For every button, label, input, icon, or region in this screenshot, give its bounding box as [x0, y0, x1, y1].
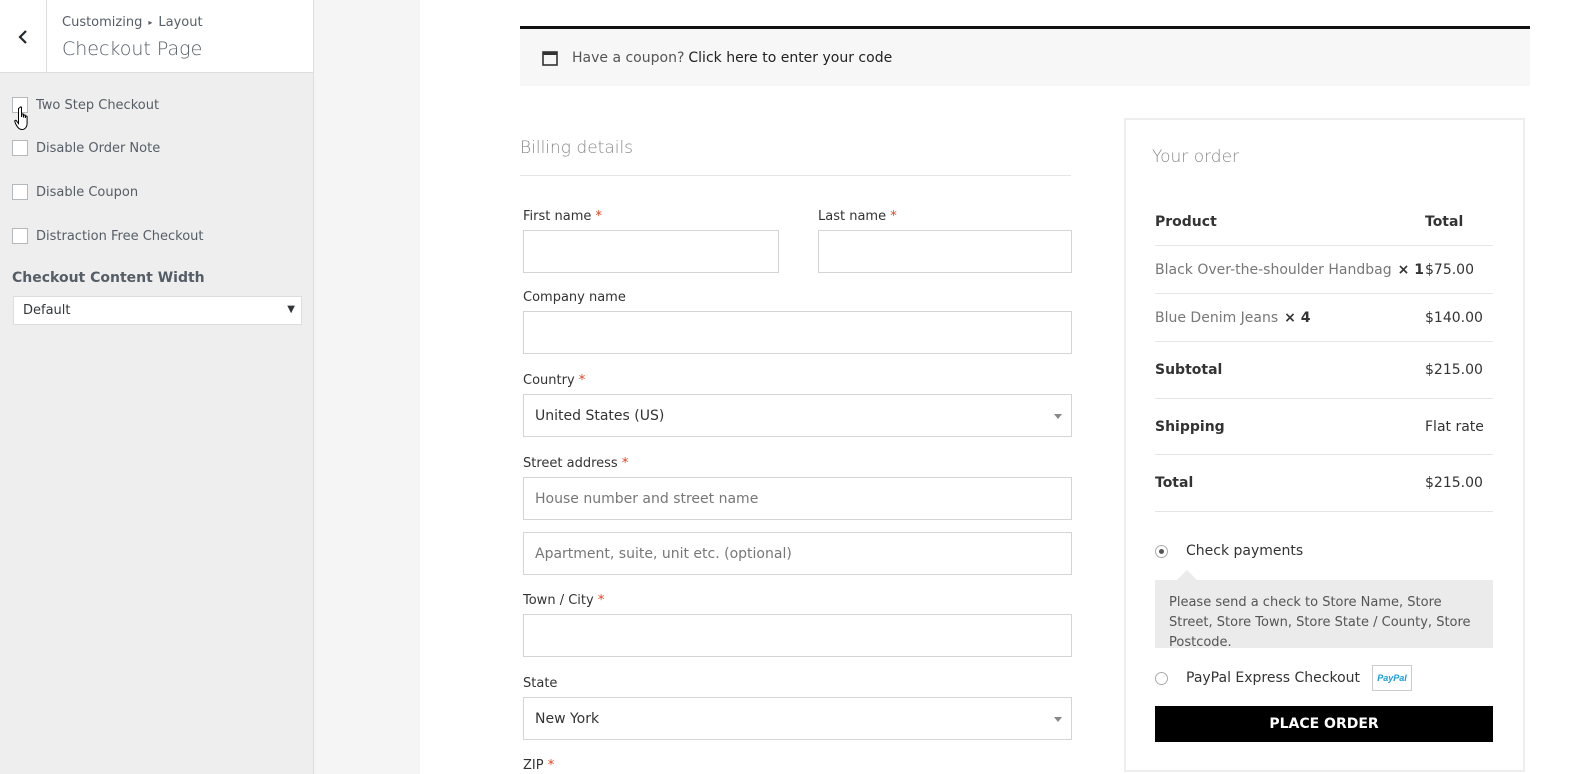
- panel-header: Customizing ▸ Layout Checkout Page: [0, 0, 313, 73]
- required-mark: *: [890, 209, 897, 224]
- label-text: Street address: [523, 456, 618, 471]
- country-select[interactable]: United States (US): [523, 394, 1072, 437]
- payment-label: PayPal Express Checkout: [1186, 670, 1361, 686]
- breadcrumb-item: Layout: [158, 15, 203, 30]
- city-input[interactable]: [523, 614, 1072, 657]
- breadcrumb: Customizing ▸ Layout: [62, 15, 203, 30]
- caret-down-icon: [1054, 717, 1062, 722]
- col-product: Product: [1155, 214, 1217, 230]
- billing-title: Billing details: [520, 138, 634, 158]
- order-table-header: Product Total: [1155, 199, 1493, 246]
- required-mark: *: [578, 373, 586, 388]
- breadcrumb-separator-icon: ▸: [148, 18, 153, 27]
- coupon-link[interactable]: Click here to enter your code: [688, 50, 892, 66]
- subtotal-row: Subtotal $215.00: [1155, 342, 1493, 399]
- item-total: $140.00: [1425, 309, 1483, 326]
- total-value: $215.00: [1425, 475, 1483, 491]
- select-value: Default: [23, 303, 71, 318]
- place-order-button[interactable]: PLACE ORDER: [1155, 706, 1493, 742]
- select-value: United States (US): [535, 407, 665, 424]
- paypal-logo: PayPal: [1372, 665, 1413, 691]
- payment-label: Check payments: [1186, 543, 1304, 559]
- content-width-select[interactable]: Default ▼: [13, 296, 302, 325]
- required-mark: *: [621, 456, 629, 471]
- calendar-icon: [542, 50, 558, 66]
- company-label: Company name: [523, 290, 626, 305]
- city-label: Town / City *: [523, 593, 604, 608]
- subtotal-value: $215.00: [1425, 362, 1483, 378]
- total-label: Total: [1155, 475, 1194, 491]
- item-name: Blue Denim Jeans: [1155, 309, 1279, 326]
- payment-check[interactable]: Check payments: [1155, 543, 1303, 559]
- required-mark: *: [595, 209, 603, 224]
- last-name-input[interactable]: [818, 230, 1072, 273]
- checkbox[interactable]: [12, 184, 28, 200]
- content-width-label: Checkout Content Width: [12, 270, 205, 286]
- radio-button[interactable]: [1155, 544, 1168, 558]
- col-total: Total: [1425, 214, 1464, 230]
- back-button[interactable]: [0, 0, 47, 73]
- table-row: Blue Denim Jeans × 4 $140.00: [1155, 294, 1493, 342]
- product-name: Black Over-the-shoulder Handbag × 1: [1155, 262, 1424, 278]
- label-text: Town / City: [523, 593, 594, 608]
- label-text: ZIP: [523, 758, 544, 773]
- street-address-input[interactable]: House number and street name: [523, 477, 1072, 520]
- item-total: $75.00: [1425, 261, 1474, 278]
- checkbox[interactable]: [12, 228, 28, 244]
- caret-down-icon: [1054, 414, 1062, 419]
- caret-down-icon: ▼: [287, 304, 295, 315]
- label-text: Country: [523, 373, 575, 388]
- total-row: Total $215.00: [1155, 455, 1493, 512]
- item-qty: × 4: [1284, 309, 1311, 326]
- last-name-label: Last name *: [818, 209, 897, 224]
- option-label: Disable Order Note: [36, 140, 161, 156]
- label-text: Last name: [818, 209, 887, 224]
- option-distraction-free-checkout[interactable]: Distraction Free Checkout: [12, 228, 204, 244]
- divider: [520, 175, 1071, 176]
- hand-cursor-icon: [14, 106, 28, 131]
- option-label: Disable Coupon: [36, 184, 139, 200]
- coupon-notice: Have a coupon? Click here to enter your …: [520, 26, 1530, 86]
- payment-paypal[interactable]: PayPal Express Checkout PayPal: [1155, 665, 1413, 691]
- item-qty: × 1: [1397, 261, 1424, 278]
- coupon-prompt: Have a coupon?: [572, 49, 685, 66]
- panel-title: Checkout Page: [62, 38, 203, 60]
- placeholder: House number and street name: [535, 490, 759, 507]
- shipping-row: Shipping Flat rate: [1155, 399, 1493, 455]
- street-label: Street address *: [523, 456, 628, 471]
- checkbox[interactable]: [12, 140, 28, 156]
- first-name-input[interactable]: [523, 230, 779, 273]
- state-select[interactable]: New York: [523, 697, 1072, 740]
- subtotal-label: Subtotal: [1155, 362, 1223, 378]
- first-name-label: First name *: [523, 209, 602, 224]
- placeholder: Apartment, suite, unit etc. (optional): [535, 545, 792, 562]
- payment-description: Please send a check to Store Name, Store…: [1155, 570, 1493, 650]
- radio-button[interactable]: [1155, 671, 1168, 685]
- order-title: Your order: [1152, 147, 1240, 167]
- shipping-value: Flat rate: [1425, 418, 1484, 435]
- zip-label: ZIP *: [523, 758, 554, 773]
- option-two-step-checkout[interactable]: Two Step Checkout: [12, 97, 159, 113]
- label-text: First name: [523, 209, 592, 224]
- option-disable-coupon[interactable]: Disable Coupon: [12, 184, 138, 200]
- option-label: Distraction Free Checkout: [36, 228, 204, 244]
- required-mark: *: [547, 758, 555, 773]
- country-label: Country *: [523, 373, 585, 388]
- required-mark: *: [597, 593, 605, 608]
- company-input[interactable]: [523, 311, 1072, 354]
- paypal-logo-text: PayPal: [1377, 673, 1407, 683]
- street-address-2-input[interactable]: Apartment, suite, unit etc. (optional): [523, 532, 1072, 575]
- state-label: State: [523, 676, 558, 691]
- customizer-panel: Customizing ▸ Layout Checkout Page Two S…: [0, 0, 314, 774]
- select-value: New York: [535, 710, 600, 727]
- preview-margin: [314, 0, 420, 774]
- chevron-left-icon: [18, 29, 27, 44]
- option-label: Two Step Checkout: [36, 97, 160, 113]
- option-disable-order-note[interactable]: Disable Order Note: [12, 140, 160, 156]
- item-name: Black Over-the-shoulder Handbag: [1155, 261, 1392, 278]
- shipping-label: Shipping: [1155, 418, 1225, 435]
- table-row: Black Over-the-shoulder Handbag × 1 $75.0…: [1155, 246, 1493, 294]
- breadcrumb-item: Customizing: [62, 15, 143, 30]
- product-name: Blue Denim Jeans × 4: [1155, 310, 1311, 326]
